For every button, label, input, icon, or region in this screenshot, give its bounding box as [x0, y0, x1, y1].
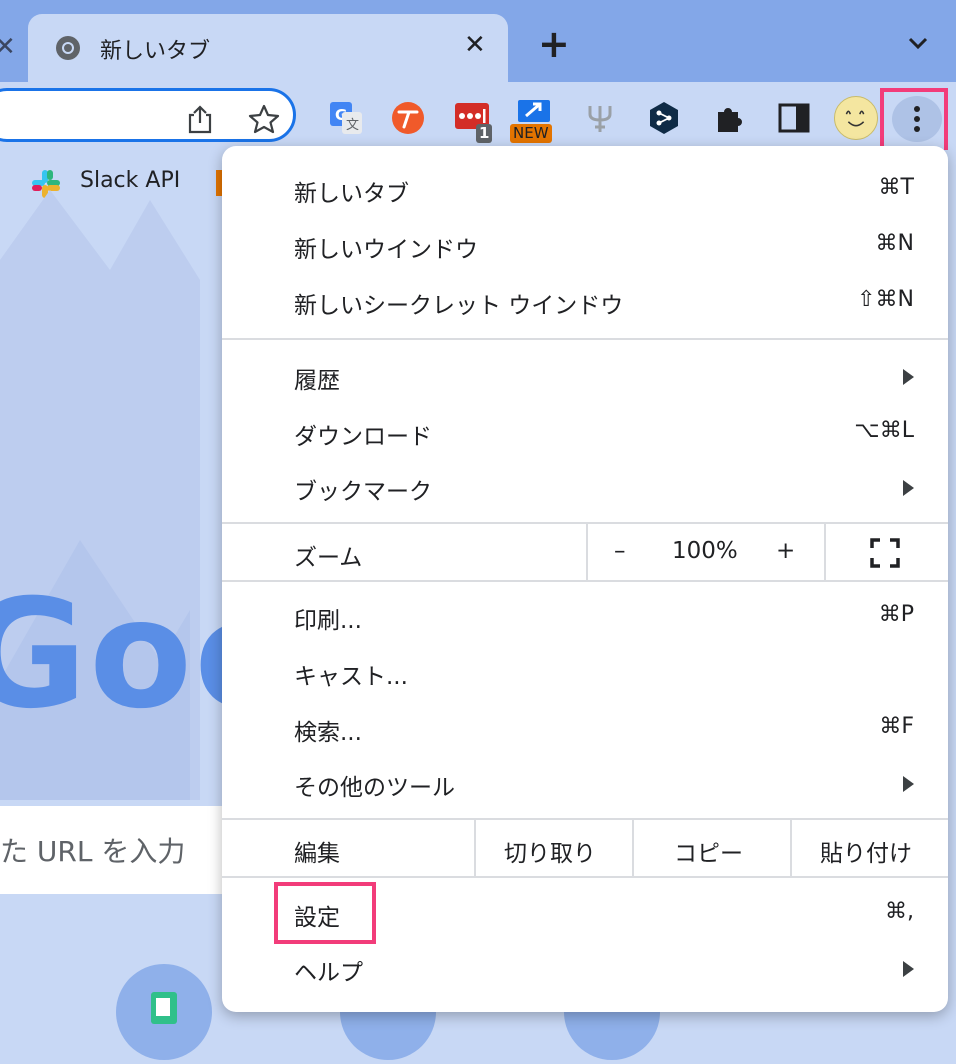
menu-item-help[interactable]: ヘルプ [222, 941, 948, 997]
menu-item-find[interactable]: 検索... ⌘F [222, 701, 948, 757]
cut-button[interactable]: 切り取り [504, 834, 596, 868]
zoom-label: ズーム [294, 545, 363, 571]
settings-highlight [274, 882, 376, 944]
menu-divider [632, 818, 634, 876]
menu-item-shortcut: ⇧⌘N [857, 287, 914, 312]
menu-item-label: 新しいシークレット ウインドウ [294, 293, 624, 319]
menu-separator [222, 580, 948, 582]
menu-item-shortcut: ⌘P [878, 602, 914, 627]
submenu-arrow-icon [903, 776, 914, 792]
menu-separator [222, 818, 948, 820]
profile-avatar[interactable] [834, 96, 878, 140]
menu-divider [790, 818, 792, 876]
tab-strip: ✕ 新しいタブ ✕ + [0, 0, 956, 86]
menu-item-new-tab[interactable]: 新しいタブ ⌘T [222, 162, 948, 218]
bookmark-star-icon[interactable] [248, 104, 280, 134]
share-icon[interactable] [186, 104, 214, 134]
menu-separator [222, 338, 948, 340]
tab-close-icon[interactable]: ✕ [464, 30, 486, 60]
menu-item-label: 印刷... [294, 608, 362, 634]
menu-item-print[interactable]: 印刷... ⌘P [222, 589, 948, 645]
tab-title: 新しいタブ [100, 39, 211, 64]
zoom-out-button[interactable]: – [614, 538, 626, 564]
avatar-face-icon [845, 110, 865, 127]
submenu-arrow-icon [903, 369, 914, 385]
puzzle-icon[interactable] [712, 100, 748, 136]
submenu-arrow-icon [903, 961, 914, 977]
menu-separator [222, 876, 948, 878]
previous-tab-close-icon[interactable]: ✕ [0, 32, 16, 62]
docs-shortcut-icon [151, 992, 177, 1024]
side-panel-icon[interactable] [776, 100, 812, 136]
zoom-level: 100% [672, 538, 738, 564]
menu-item-bookmarks[interactable]: ブックマーク [222, 460, 948, 516]
menu-divider [824, 522, 826, 580]
t-extension-icon[interactable] [390, 100, 426, 136]
menu-item-label: 履歴 [294, 368, 340, 394]
menu-divider [586, 522, 588, 580]
menu-item-shortcut: ⌘N [875, 231, 914, 256]
menu-item-cast[interactable]: キャスト... [222, 645, 948, 701]
copy-button[interactable]: コピー [674, 834, 743, 868]
deepl-icon[interactable] [646, 100, 682, 136]
menu-item-more-tools[interactable]: その他のツール [222, 756, 948, 812]
menu-item-history[interactable]: 履歴 [222, 349, 948, 405]
trident-extension-icon[interactable] [582, 100, 618, 136]
lastpass-badge: 1 [476, 124, 493, 143]
menu-item-label: キャスト... [294, 664, 408, 690]
menu-item-label: ヘルプ [294, 960, 363, 986]
screenshot-new-badge: NEW [510, 124, 552, 143]
menu-item-new-incognito-window[interactable]: 新しいシークレット ウインドウ ⇧⌘N [222, 274, 948, 330]
menu-item-downloads[interactable]: ダウンロード ⌥⌘L [222, 405, 948, 461]
new-tab-plus-icon[interactable]: + [538, 24, 570, 64]
ntp-search-placeholder: た URL を入力 [0, 835, 186, 868]
menu-divider [474, 818, 476, 876]
fullscreen-icon[interactable] [870, 538, 900, 568]
submenu-arrow-icon [903, 480, 914, 496]
ntp-shortcut-tile[interactable] [116, 964, 212, 1060]
zoom-in-button[interactable]: + [776, 538, 795, 564]
chrome-icon [56, 36, 80, 60]
tab-new-tab[interactable]: 新しいタブ ✕ [28, 14, 508, 86]
edit-label: 編集 [294, 841, 340, 867]
menu-item-shortcut: ⌘, [885, 899, 914, 924]
menu-item-label: 新しいタブ [294, 181, 409, 207]
menu-item-label: ブックマーク [294, 479, 432, 505]
menu-item-label: 検索... [294, 720, 362, 746]
paste-button[interactable]: 貼り付け [820, 834, 912, 868]
menu-item-label: ダウンロード [294, 424, 432, 450]
menu-item-shortcut: ⌥⌘L [854, 418, 914, 443]
menu-separator [222, 522, 948, 524]
menu-item-label: 新しいウインドウ [294, 237, 478, 263]
google-translate-icon[interactable]: G 文 [328, 100, 364, 136]
menu-item-new-window[interactable]: 新しいウインドウ ⌘N [222, 218, 948, 274]
menu-item-shortcut: ⌘F [879, 714, 914, 739]
menu-item-shortcut: ⌘T [878, 175, 914, 200]
tab-search-chevron-icon[interactable] [904, 34, 932, 54]
menu-item-label: その他のツール [294, 775, 455, 801]
svg-text:文: 文 [346, 118, 359, 133]
menu-button-highlight [880, 88, 948, 154]
